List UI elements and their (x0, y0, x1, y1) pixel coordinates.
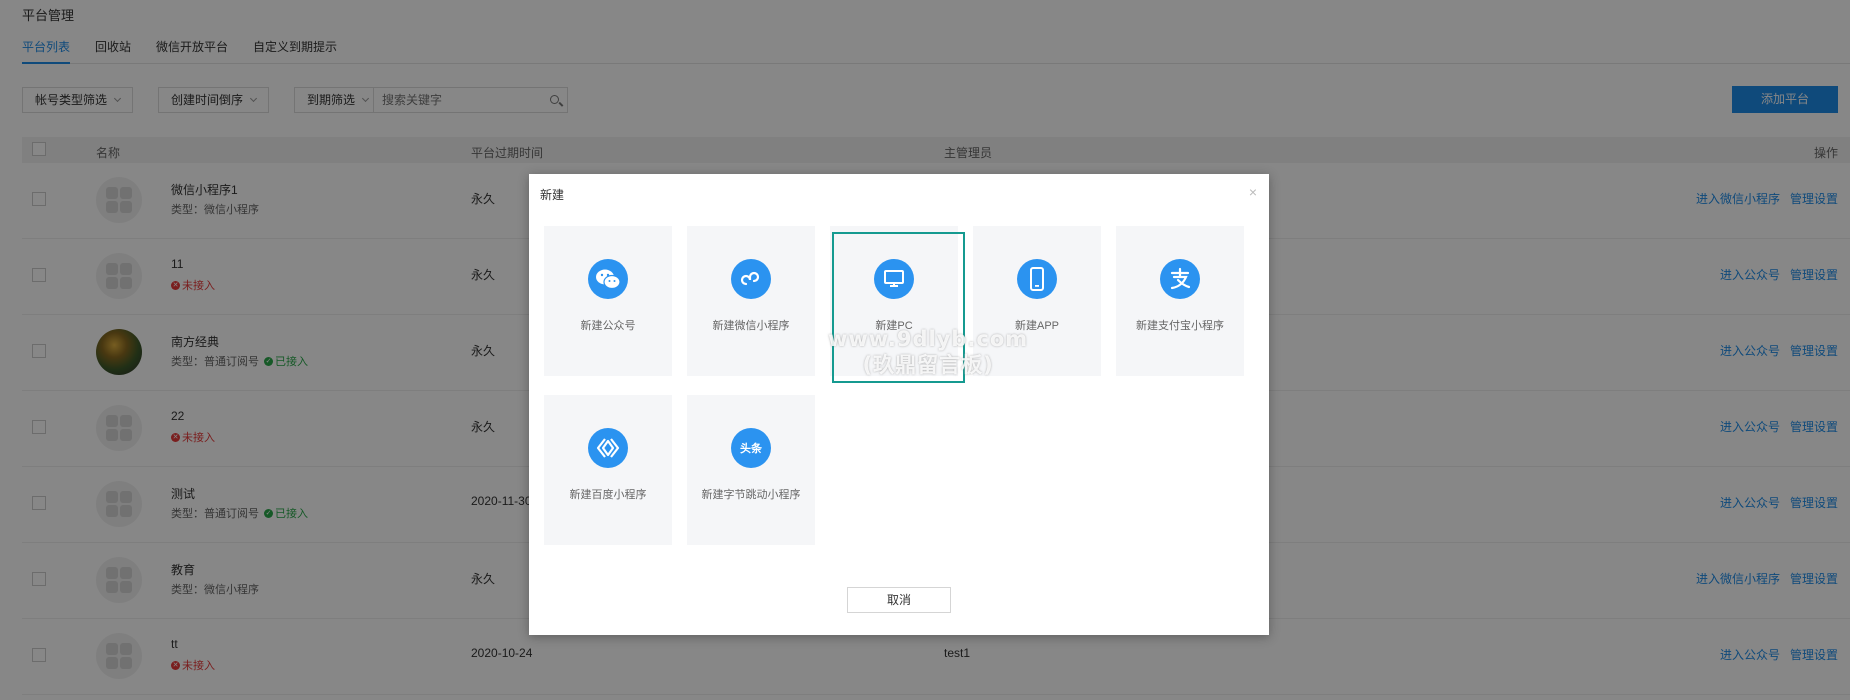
card-label: 新建微信小程序 (712, 320, 790, 332)
baidu-smartprogram-icon (588, 428, 628, 468)
toutiao-icon: 头条 (731, 428, 771, 468)
miniprogram-icon (731, 259, 771, 299)
new-bytedance-miniprogram-card[interactable]: 头条 新建字节跳动小程序 (687, 395, 815, 545)
card-label: 新建支付宝小程序 (1136, 320, 1224, 332)
watermark: www.9dlyb.com (玖鼎留言板) (828, 326, 1028, 378)
card-label: 新建公众号 (580, 320, 636, 332)
alipay-icon (1160, 259, 1200, 299)
new-wechat-miniprogram-card[interactable]: 新建微信小程序 (687, 226, 815, 376)
wechat-icon (588, 259, 628, 299)
close-icon[interactable]: × (1249, 184, 1257, 200)
new-wechat-official-account-card[interactable]: 新建公众号 (544, 226, 672, 376)
card-label: 新建百度小程序 (569, 489, 647, 501)
phone-icon (1017, 259, 1057, 299)
new-platform-dialog: 新建 × 新建公众号 新建微信小程序 新建PC 新建APP 新建支付宝小程序 新… (529, 174, 1269, 635)
new-alipay-miniprogram-card[interactable]: 新建支付宝小程序 (1116, 226, 1244, 376)
card-label: 新建字节跳动小程序 (701, 489, 801, 501)
toutiao-icon-text: 头条 (740, 443, 762, 455)
watermark-line-2: (玖鼎留言板) (862, 353, 994, 377)
new-baidu-miniprogram-card[interactable]: 新建百度小程序 (544, 395, 672, 545)
dialog-title: 新建 (540, 188, 565, 202)
cancel-button[interactable]: 取消 (847, 587, 951, 613)
watermark-line-1: www.9dlyb.com (828, 327, 1029, 351)
